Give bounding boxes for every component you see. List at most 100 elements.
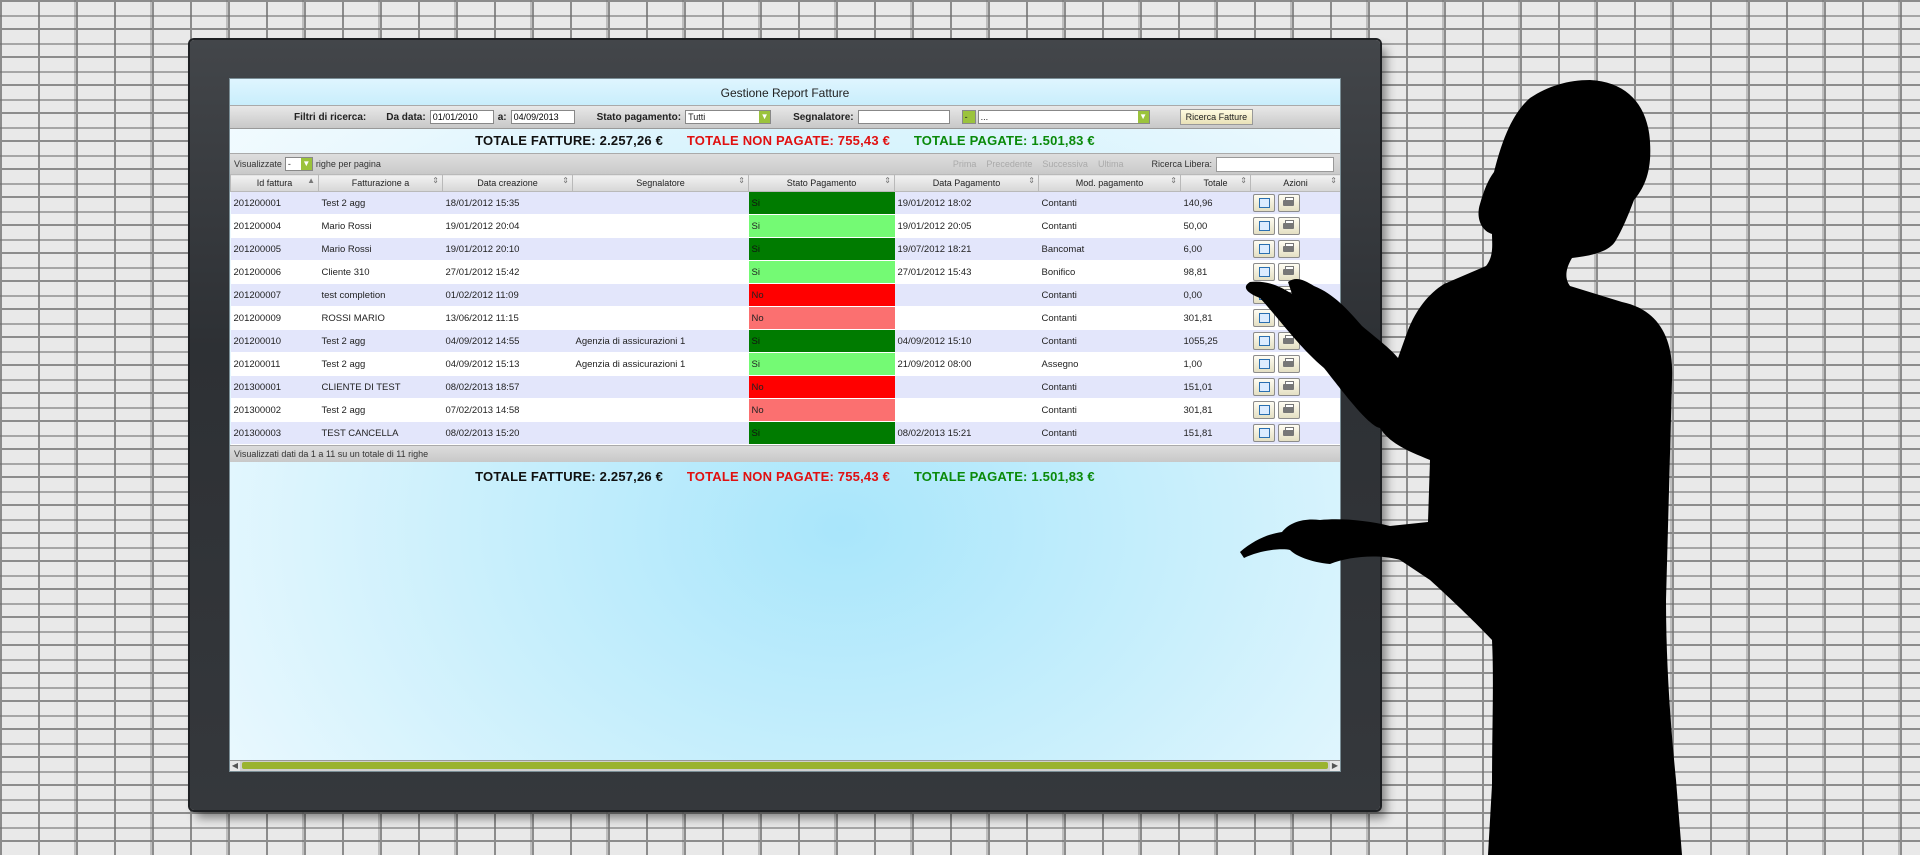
presenter-silhouette [1240, 80, 1682, 855]
scrollbar-thumb[interactable] [242, 762, 1328, 769]
cell-payment-mode: Contanti [1038, 283, 1181, 307]
table-row[interactable]: 201200005 Mario Rossi 19/01/2012 20:10 Si 19… [230, 237, 1340, 261]
cell-id: 201200011 [230, 352, 319, 376]
col-header[interactable]: Id fattura ▲ [230, 174, 319, 192]
table-row[interactable]: 201200001 Test 2 agg 18/01/2012 15:35 Si 19/… [230, 191, 1340, 215]
cell-created: 07/02/2013 14:58 [442, 398, 573, 422]
totals-bar-bottom: TOTALE FATTURE: 2.257,26 € TOTALE NON PA… [230, 465, 1340, 489]
app-screen: Gestione Report Fatture Filtri di ricerc… [229, 78, 1341, 772]
table-row[interactable]: 201200004 Mario Rossi 19/01/2012 20:04 Si 19… [230, 214, 1340, 238]
filters-label: Filtri di ricerca: [294, 111, 367, 123]
reporter-prefix-value: - [964, 112, 968, 122]
to-date-input[interactable] [510, 110, 575, 124]
table-row[interactable]: 201200007 test completion 01/02/2012 11:09… [230, 283, 1340, 307]
cell-paid-on: 08/02/2013 15:21 [894, 421, 1039, 445]
cell-status: No [748, 375, 895, 399]
cell-paid-on: 27/01/2012 15:43 [894, 260, 1039, 284]
reporter-select[interactable]: ... ▼ [977, 110, 1150, 124]
col-header[interactable]: Stato Pagamento ⇕ [748, 174, 895, 192]
col-header[interactable]: Segnalatore ⇕ [572, 174, 749, 192]
scroll-left-icon[interactable]: ◀ [230, 761, 240, 771]
sort-icon: ⇕ [562, 176, 569, 185]
col-header[interactable]: Fatturazione a ⇕ [318, 174, 443, 192]
next-page-link[interactable]: Successiva [1042, 159, 1088, 169]
table-row[interactable]: 201200006 Cliente 310 27/01/2012 15:42 Si 27… [230, 260, 1340, 284]
cell-status: Si [748, 421, 895, 445]
cell-id: 201200001 [230, 191, 319, 215]
cell-created: 08/02/2013 18:57 [442, 375, 573, 399]
reporter-prefix-select[interactable]: - [961, 110, 976, 124]
cell-status: No [748, 398, 895, 422]
cell-billing-to: test completion [318, 283, 443, 307]
table-row[interactable]: 201200009 ROSSI MARIO 13/06/2012 11:15 No Co… [230, 306, 1340, 330]
col-header[interactable]: Mod. pagamento ⇕ [1038, 174, 1181, 192]
cell-created: 04/09/2012 15:13 [442, 352, 573, 376]
first-page-link[interactable]: Prima [953, 159, 977, 169]
horizontal-scrollbar[interactable]: ◀ ▶ [230, 760, 1340, 771]
cell-reporter [572, 398, 749, 422]
prev-page-link[interactable]: Precedente [986, 159, 1032, 169]
cell-reporter [572, 260, 749, 284]
cell-status: Si [748, 352, 895, 376]
grid-toolbar: Visualizzate - ▼ righe per pagina Prima … [230, 153, 1340, 174]
page-size-select[interactable]: - ▼ [284, 157, 313, 171]
cell-id: 201200005 [230, 237, 319, 261]
cell-billing-to: Cliente 310 [318, 260, 443, 284]
cell-reporter [572, 237, 749, 261]
reporter-select-value: ... [980, 112, 989, 122]
cell-status: Si [748, 237, 895, 261]
sort-icon: ⇕ [432, 176, 439, 185]
cell-created: 19/01/2012 20:10 [442, 237, 573, 261]
table-row[interactable]: 201300002 Test 2 agg 07/02/2013 14:58 No Con… [230, 398, 1340, 422]
cell-status: No [748, 283, 895, 307]
table-row[interactable]: 201300001 CLIENTE DI TEST 08/02/2013 18:57… [230, 375, 1340, 399]
table-row[interactable]: 201200010 Test 2 agg 04/09/2012 14:55 Agenz… [230, 329, 1340, 353]
sort-icon: ⇕ [884, 176, 891, 185]
cell-created: 01/02/2012 11:09 [442, 283, 573, 307]
sort-icon: ⇕ [1028, 176, 1035, 185]
table-row[interactable]: 201200011 Test 2 agg 04/09/2012 15:13 Agenz… [230, 352, 1340, 376]
table-header-row: Id fattura ▲ Fatturazione a ⇕ Data creazio… [230, 174, 1340, 192]
cell-billing-to: Test 2 agg [318, 329, 443, 353]
cell-created: 13/06/2012 11:15 [442, 306, 573, 330]
page-size-value: - [287, 159, 291, 169]
table-row[interactable]: 201300003 TEST CANCELLA 08/02/2013 15:20 Si… [230, 421, 1340, 445]
cell-id: 201200009 [230, 306, 319, 330]
cell-payment-mode: Contanti [1038, 306, 1181, 330]
chevron-down-icon: ▼ [1137, 111, 1149, 123]
cell-id: 201300001 [230, 375, 319, 399]
sort-up-icon: ▲ [307, 176, 315, 185]
reporter-input[interactable] [857, 110, 950, 124]
total-unpaid: TOTALE NON PAGATE: 755,43 € [686, 469, 890, 484]
cell-billing-to: Test 2 agg [318, 352, 443, 376]
cell-paid-on [894, 283, 1039, 307]
cell-status: Si [748, 191, 895, 215]
show-label: Visualizzate [234, 159, 282, 169]
chevron-down-icon: ▼ [300, 158, 312, 170]
col-header[interactable]: Data creazione ⇕ [442, 174, 573, 192]
cell-reporter [572, 421, 749, 445]
cell-reporter [572, 375, 749, 399]
cell-paid-on: 04/09/2012 15:10 [894, 329, 1039, 353]
col-header[interactable]: Data Pagamento ⇕ [894, 174, 1039, 192]
display-monitor: Gestione Report Fatture Filtri di ricerc… [190, 40, 1380, 810]
cell-status: Si [748, 260, 895, 284]
cell-paid-on: 21/09/2012 08:00 [894, 352, 1039, 376]
from-date-input[interactable] [429, 110, 494, 124]
cell-reporter: Agenzia di assicurazioni 1 [572, 329, 749, 353]
cell-id: 201200010 [230, 329, 319, 353]
cell-created: 19/01/2012 20:04 [442, 214, 573, 238]
cell-id: 201200004 [230, 214, 319, 238]
sort-icon: ⇕ [1170, 176, 1177, 185]
sort-icon: ⇕ [738, 176, 745, 185]
cell-status: Si [748, 329, 895, 353]
payment-status-select[interactable]: Tutti ▼ [685, 110, 772, 124]
total-paid: TOTALE PAGATE: 1.501,83 € [913, 469, 1095, 484]
cell-payment-mode: Assegno [1038, 352, 1181, 376]
cell-paid-on [894, 306, 1039, 330]
cell-payment-mode: Contanti [1038, 214, 1181, 238]
chevron-down-icon: ▼ [759, 111, 771, 123]
last-page-link[interactable]: Ultima [1098, 159, 1124, 169]
payment-status-value: Tutti [688, 112, 706, 122]
reporter-label: Segnalatore: [793, 111, 854, 123]
